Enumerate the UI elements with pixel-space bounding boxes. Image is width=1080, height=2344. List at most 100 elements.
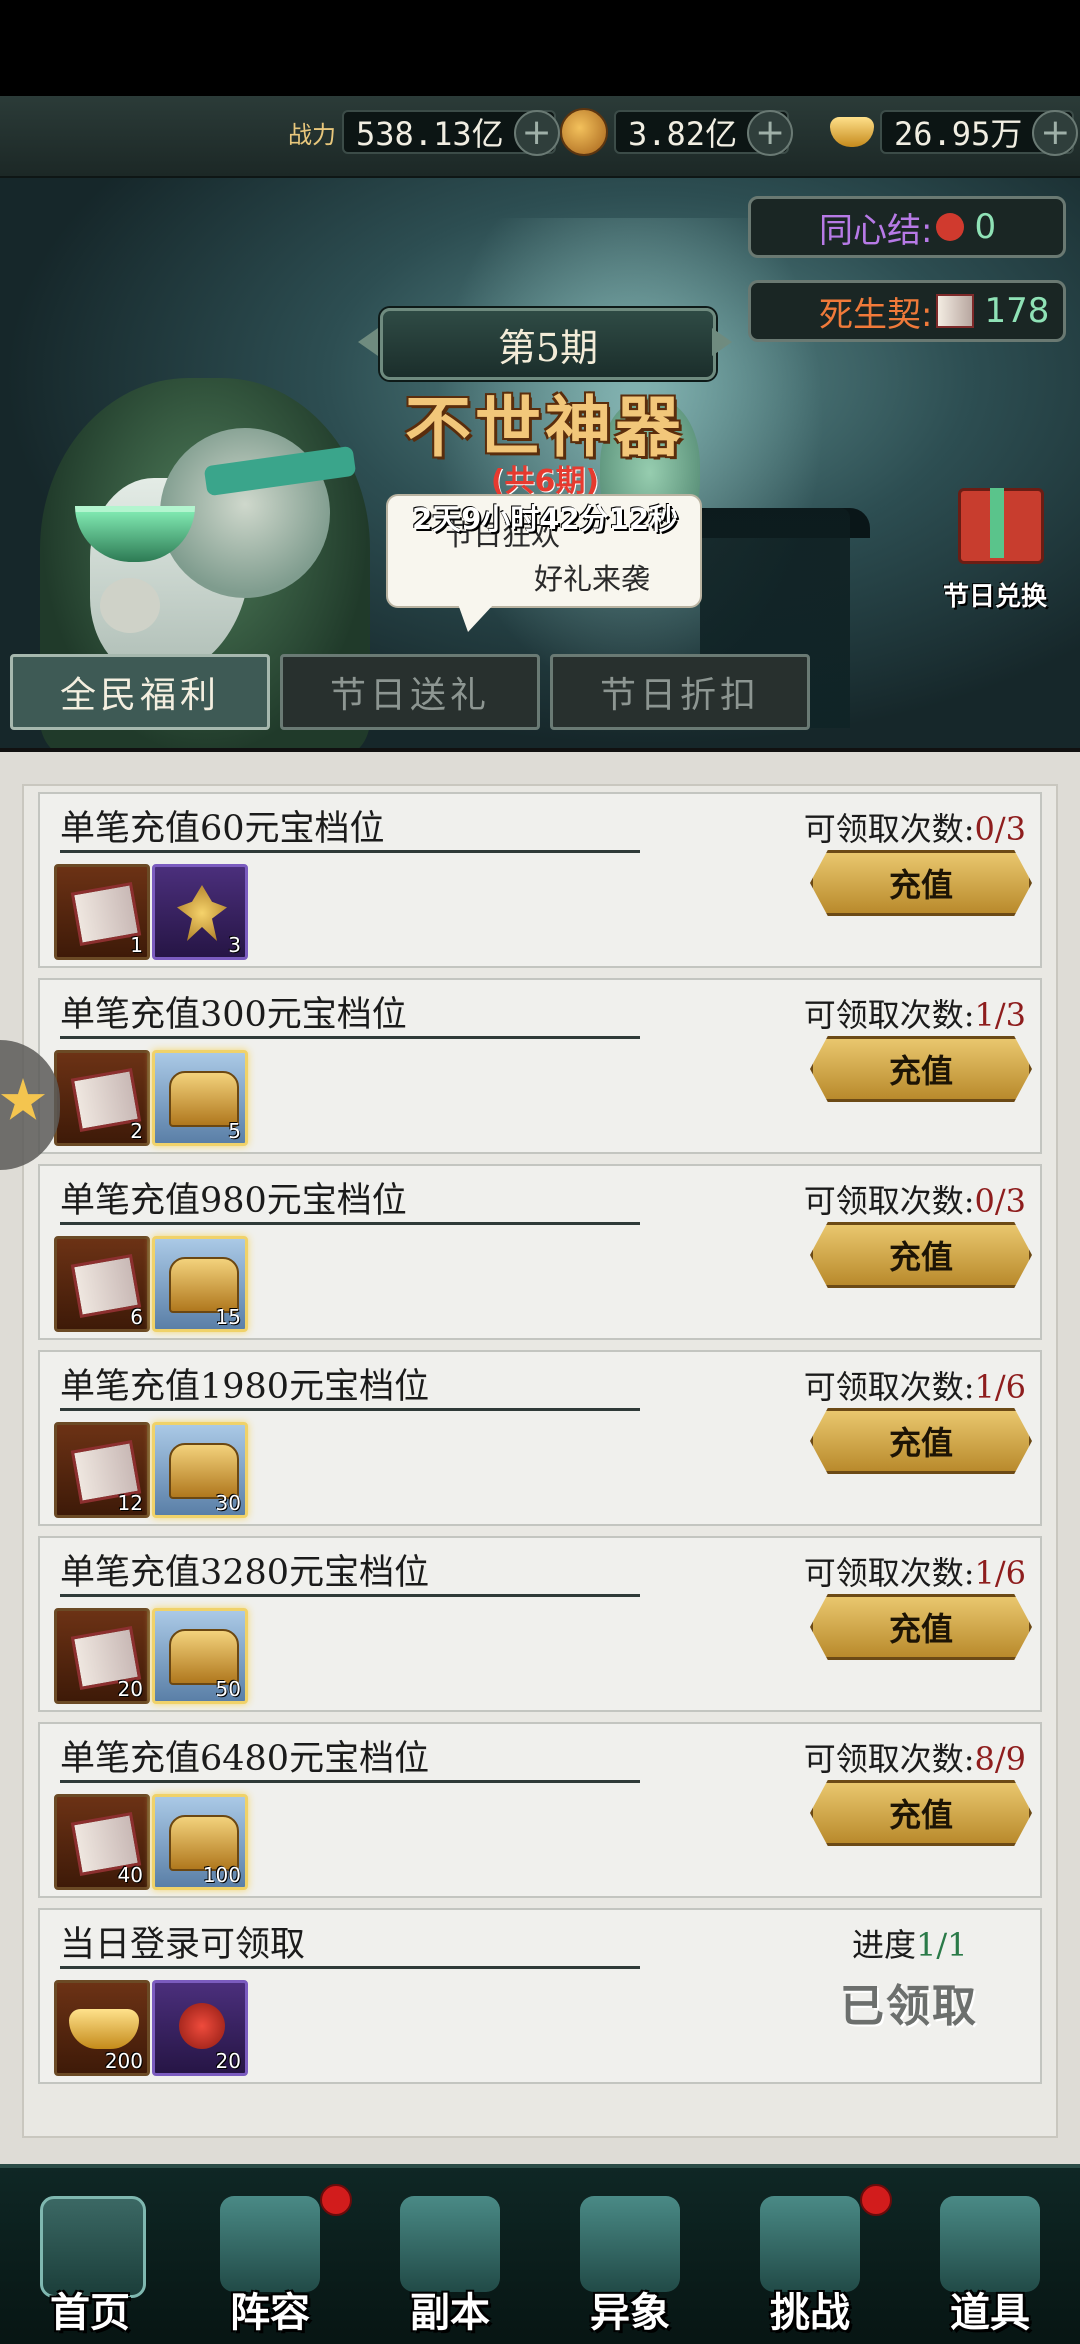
recharge-button[interactable]: 充值 <box>810 1780 1032 1846</box>
reward-book-icon[interactable]: 6 <box>54 1236 150 1332</box>
tab-welfare[interactable]: 全民福利 <box>10 654 270 730</box>
reward-count: 100 <box>202 1863 241 1887</box>
power-plus-button[interactable]: + <box>513 110 560 156</box>
coins-plus-button[interactable]: + <box>747 110 794 156</box>
claim-value: 1/6 <box>974 1368 1027 1406</box>
nav-lineup[interactable]: 阵容 <box>180 2168 360 2344</box>
reward-count: 15 <box>215 1305 241 1329</box>
row-title: 单笔充值6480元宝档位 <box>60 1739 430 1779</box>
item-bag-icon <box>940 2196 1040 2292</box>
claim-value: 0/3 <box>974 1182 1027 1220</box>
tongxinjie-value: 0 <box>974 207 997 247</box>
nav-items[interactable]: 道具 <box>900 2168 1080 2344</box>
divider <box>60 1780 640 1783</box>
reward-count: 50 <box>215 1677 241 1701</box>
recharge-button[interactable]: 充值 <box>810 1222 1032 1288</box>
reward-chest-icon[interactable]: 50 <box>152 1608 248 1704</box>
reward-gem-icon[interactable]: 3 <box>152 864 248 960</box>
login-row: 当日登录可领取 200 20 进度1/1 已领取 <box>38 1908 1042 2084</box>
countdown-timer: 2天9小时42分12秒 <box>411 502 679 536</box>
reward-book-icon[interactable]: 20 <box>54 1608 150 1704</box>
tab-discount[interactable]: 节日折扣 <box>550 654 810 730</box>
reward-list[interactable]: 单笔充值60元宝档位 1 3 可领取次数:0/3 充值 单笔充值300元宝档位 … <box>22 784 1058 2138</box>
reward-count: 2 <box>130 1119 143 1143</box>
recharge-row: 单笔充值6480元宝档位 40 100 可领取次数:8/9 充值 <box>38 1722 1042 1898</box>
reward-count: 12 <box>117 1491 143 1515</box>
reward-book-icon[interactable]: 40 <box>54 1794 150 1890</box>
recharge-button[interactable]: 充值 <box>810 1594 1032 1660</box>
reward-book-icon[interactable]: 1 <box>54 864 150 960</box>
coin-icon <box>560 108 608 156</box>
claim-count: 可领取次数:0/3 <box>804 1176 1026 1222</box>
claim-count: 可领取次数:1/3 <box>804 990 1026 1036</box>
reward-chest-icon[interactable]: 15 <box>152 1236 248 1332</box>
reward-count: 30 <box>215 1491 241 1515</box>
sishengqi-counter: 死生契: 178 <box>748 280 1066 342</box>
recharge-row: 单笔充值1980元宝档位 12 30 可领取次数:1/6 充值 <box>38 1350 1042 1526</box>
gold-ingot-icon <box>830 117 874 147</box>
reward-count: 3 <box>228 933 241 957</box>
skull-art <box>100 578 160 633</box>
reward-ingot-icon[interactable]: 200 <box>54 1980 150 2076</box>
nav-challenge[interactable]: 挑战 <box>720 2168 900 2344</box>
claim-value: 1/6 <box>974 1554 1027 1592</box>
nav-home[interactable]: 首页 <box>0 2168 180 2344</box>
next-period-arrow-icon[interactable] <box>712 328 732 356</box>
claim-value: 1/3 <box>974 996 1027 1034</box>
bottom-nav: 首页 阵容 副本 异象 挑战 道具 <box>0 2164 1080 2344</box>
crossed-swords-icon <box>580 2196 680 2292</box>
reward-count: 1 <box>130 933 143 957</box>
claim-label: 可领取次数: <box>803 1182 975 1220</box>
claim-count: 可领取次数:8/9 <box>804 1734 1026 1780</box>
reward-knot-icon[interactable]: 20 <box>152 1980 248 2076</box>
recharge-button[interactable]: 充值 <box>810 1408 1032 1474</box>
prev-period-arrow-icon[interactable] <box>358 328 378 356</box>
recharge-row: 单笔充值980元宝档位 6 15 可领取次数:0/3 充值 <box>38 1164 1042 1340</box>
power-label: 战力 <box>288 120 336 149</box>
reward-book-icon[interactable]: 2 <box>54 1050 150 1146</box>
recharge-row: 单笔充值300元宝档位 2 5 可领取次数:1/3 充值 <box>38 978 1042 1154</box>
tongxinjie-label: 同心结: <box>819 210 933 251</box>
row-title: 单笔充值1980元宝档位 <box>60 1367 430 1407</box>
notification-dot <box>320 2184 352 2216</box>
claim-label: 可领取次数: <box>803 1554 975 1592</box>
sishengqi-value: 178 <box>984 291 1050 331</box>
progress-value: 1/1 <box>916 1926 968 1964</box>
recharge-row: 单笔充值3280元宝档位 20 50 可领取次数:1/6 充值 <box>38 1536 1042 1712</box>
claim-value: 0/3 <box>974 810 1027 848</box>
festival-exchange-label: 节日兑换 <box>942 582 1047 612</box>
reward-count: 20 <box>117 1677 143 1701</box>
nav-label: 挑战 <box>770 2289 850 2336</box>
reward-count: 20 <box>215 2049 241 2073</box>
nav-dungeon[interactable]: 副本 <box>360 2168 540 2344</box>
tab-gifts[interactable]: 节日送礼 <box>280 654 540 730</box>
tongxinjie-counter: 同心结: 0 <box>748 196 1066 258</box>
reward-chest-icon[interactable]: 30 <box>152 1422 248 1518</box>
nav-label: 道具 <box>950 2289 1030 2336</box>
divider <box>60 850 640 853</box>
festival-exchange-button[interactable]: 节日兑换 <box>930 478 1060 628</box>
reward-count: 40 <box>117 1863 143 1887</box>
reward-chest-icon[interactable]: 5 <box>152 1050 248 1146</box>
sishengqi-label: 死生契: <box>819 294 933 335</box>
claim-label: 可领取次数: <box>803 810 975 848</box>
nav-anomaly[interactable]: 异象 <box>540 2168 720 2344</box>
recharge-button[interactable]: 充值 <box>810 850 1032 916</box>
reward-book-icon[interactable]: 12 <box>54 1422 150 1518</box>
divider <box>60 1408 640 1411</box>
reward-count: 200 <box>104 2049 143 2073</box>
reward-chest-icon[interactable]: 100 <box>152 1794 248 1890</box>
divider <box>60 1594 640 1597</box>
gold-display: 26.95万 + <box>830 108 1079 156</box>
login-progress: 进度1/1 <box>852 1920 968 1966</box>
divider <box>60 1222 640 1225</box>
lineup-book-icon <box>220 2196 320 2292</box>
claim-label: 可领取次数: <box>803 996 975 1034</box>
claim-count: 可领取次数:1/6 <box>804 1548 1026 1594</box>
row-title: 单笔充值980元宝档位 <box>60 1181 407 1221</box>
row-title: 当日登录可领取 <box>60 1925 306 1965</box>
nav-label: 阵容 <box>230 2289 310 2336</box>
recharge-button[interactable]: 充值 <box>810 1036 1032 1102</box>
coins-display: 3.82亿 + <box>560 108 794 156</box>
nav-label: 异象 <box>590 2289 670 2336</box>
